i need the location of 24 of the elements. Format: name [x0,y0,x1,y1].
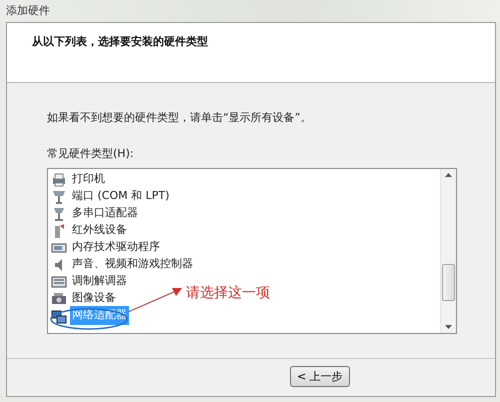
list-label: 常见硬件类型(H): [47,146,134,160]
list-item[interactable]: 端口 (COM 和 LPT) [70,187,172,206]
list-item[interactable]: 图像设备 [70,289,118,308]
annotation-text: 请选择这一项 [186,284,270,303]
network-icon [51,308,67,324]
scrollbar[interactable] [440,169,456,333]
port-icon [51,206,67,222]
window-title: 添加硬件 [6,4,50,17]
scroll-down-icon[interactable] [445,325,452,329]
scroll-thumb[interactable] [442,264,455,301]
list-item[interactable]: 红外线设备 [70,221,129,240]
instruction-text: 如果看不到想要的硬件类型，请单击“显示所有设备”。 [47,110,312,126]
scroll-up-icon[interactable] [445,173,452,177]
camera-icon [51,290,67,306]
list-item[interactable]: 打印机 [70,170,107,189]
dialog-heading: 从以下列表，选择要安装的硬件类型 [32,35,208,48]
printer-icon [51,172,67,188]
back-button[interactable]: < 上一步 [290,366,350,387]
port-icon [51,188,67,204]
list-item[interactable]: 多串口适配器 [70,204,140,223]
list-item[interactable]: 调制解调器 [70,272,129,291]
list-item[interactable]: 内存技术驱动程序 [70,238,162,257]
list-item[interactable]: 声音、视频和游戏控制器 [70,255,195,274]
modem-icon [51,274,67,290]
